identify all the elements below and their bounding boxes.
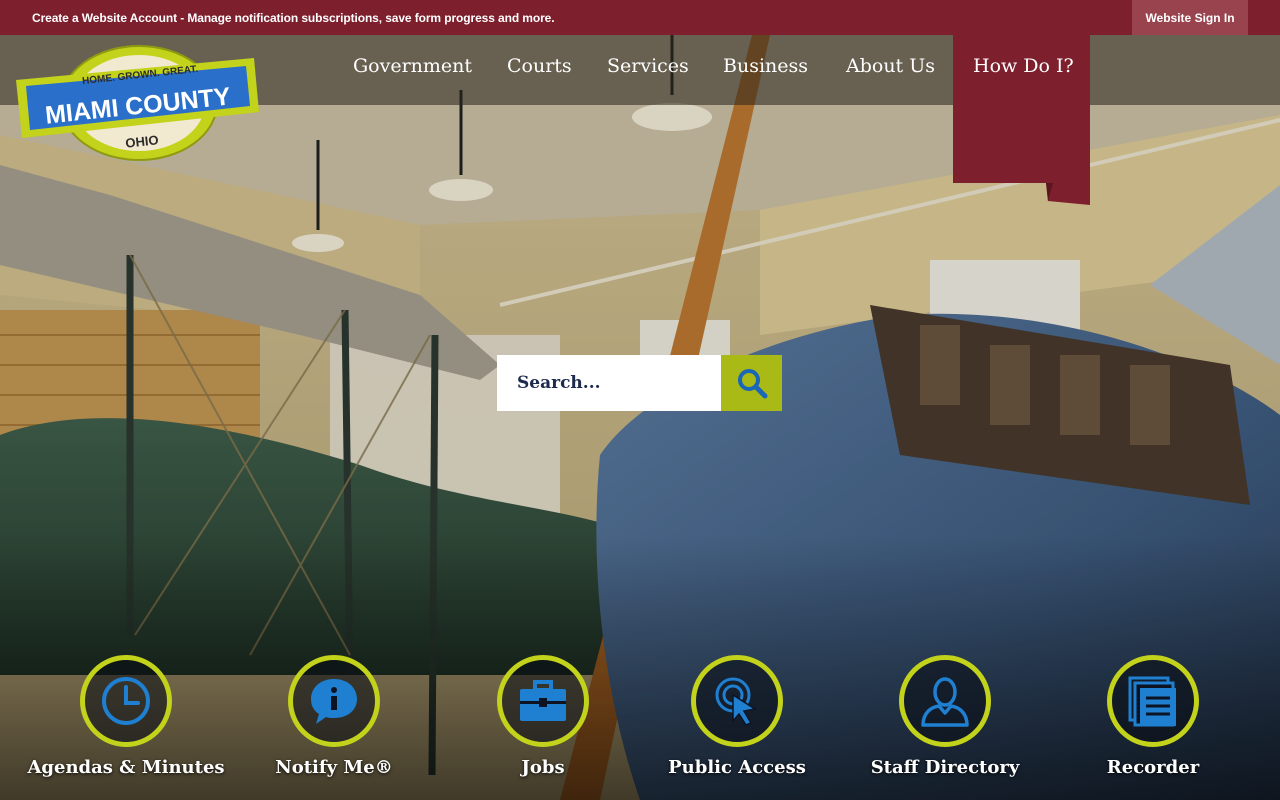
quick-link-jobs[interactable]: Jobs xyxy=(443,655,643,778)
quick-link-staff-directory[interactable]: Staff Directory xyxy=(845,655,1045,778)
cursor-click-icon xyxy=(715,677,758,726)
quick-link-circle xyxy=(288,655,380,747)
quick-link-label: Jobs xyxy=(521,757,565,778)
quick-link-label: Recorder xyxy=(1106,757,1200,778)
documents-icon xyxy=(1128,676,1176,727)
site-search-input[interactable] xyxy=(497,355,721,411)
top-utility-bar: Create a Website Account - Manage notifi… xyxy=(0,0,1280,35)
nav-government[interactable]: Government xyxy=(353,55,472,77)
nav-courts[interactable]: Courts xyxy=(507,55,572,77)
nav-business[interactable]: Business xyxy=(723,55,808,77)
logo-graphic: MIAMI COUNTY HOME. GROWN. GREAT. OHIO xyxy=(16,45,259,161)
quick-link-label: Public Access xyxy=(668,757,806,778)
info-bubble-icon xyxy=(311,679,357,724)
search-button[interactable] xyxy=(721,355,782,411)
quick-link-circle xyxy=(899,655,991,747)
nav-services[interactable]: Services xyxy=(607,55,689,77)
quick-link-circle xyxy=(691,655,783,747)
create-account-link[interactable]: Create a Website Account xyxy=(32,11,177,25)
quick-link-label: Staff Directory xyxy=(870,757,1020,778)
search-icon xyxy=(737,369,767,399)
briefcase-icon xyxy=(520,680,566,721)
website-sign-in-button[interactable]: Website Sign In xyxy=(1132,0,1248,35)
account-message-text: Manage notification subscriptions, save … xyxy=(187,11,555,25)
quick-link-notify-me[interactable]: Notify Me® xyxy=(234,655,434,778)
quick-link-public-access[interactable]: Public Access xyxy=(637,655,837,778)
quick-link-circle xyxy=(80,655,172,747)
quick-link-recorder[interactable]: Recorder xyxy=(1053,655,1253,778)
how-do-i-label[interactable]: How Do I? xyxy=(973,55,1074,77)
quick-link-label: Agendas & Minutes xyxy=(27,757,225,778)
quick-link-label: Notify Me® xyxy=(275,757,393,778)
quick-link-agendas-minutes[interactable]: Agendas & Minutes xyxy=(26,655,226,778)
miami-county-logo[interactable]: MIAMI COUNTY HOME. GROWN. GREAT. OHIO xyxy=(14,40,264,165)
person-icon xyxy=(921,677,969,727)
quick-link-circle xyxy=(497,655,589,747)
clock-icon xyxy=(102,677,150,725)
quick-link-circle xyxy=(1107,655,1199,747)
message-separator: - xyxy=(176,11,188,25)
nav-about-us[interactable]: About Us xyxy=(846,55,935,77)
account-message: Create a Website Account - Manage notifi… xyxy=(32,11,555,25)
